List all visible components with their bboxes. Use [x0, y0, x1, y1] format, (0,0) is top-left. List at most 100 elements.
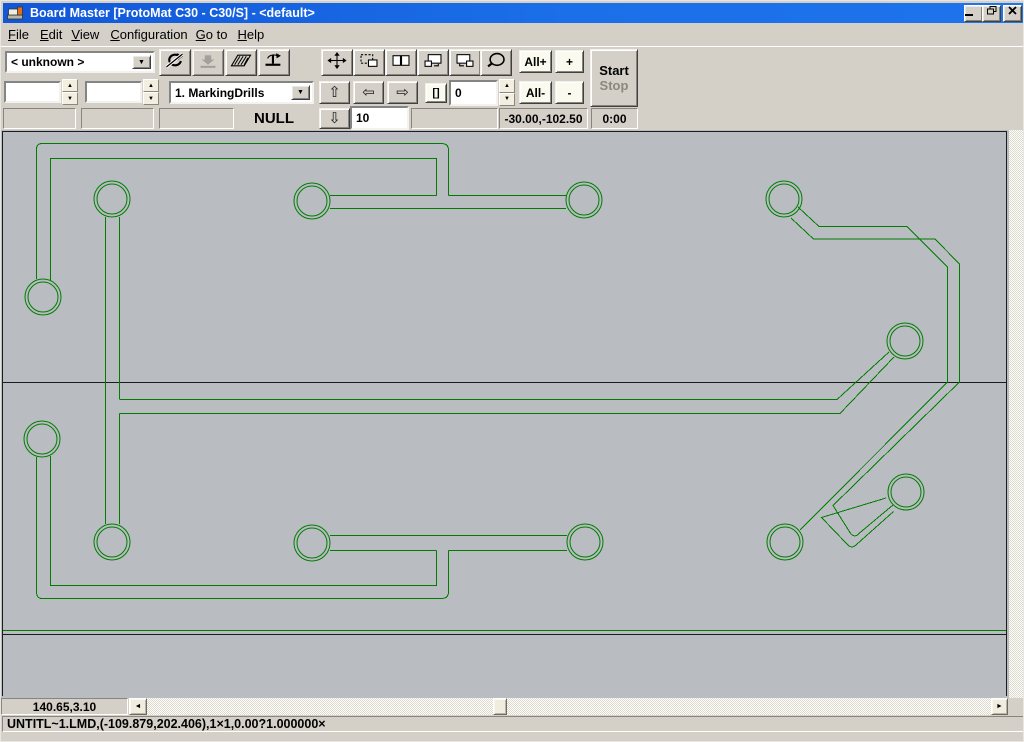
cursor-position-readout: 140.65,3.10 — [1, 698, 128, 715]
plus-button[interactable]: + — [555, 50, 584, 73]
trace-isolation-path — [51, 456, 437, 586]
pad-circle — [294, 525, 330, 561]
duplicate-icon — [390, 52, 412, 74]
start-label: Start — [599, 63, 629, 78]
move-left-button[interactable]: ⇦ — [353, 81, 384, 104]
count-stepper[interactable]: ▲ ▼ — [499, 79, 515, 106]
menu-item-file[interactable]: File — [8, 27, 29, 42]
spin-up-icon[interactable]: ▲ — [62, 79, 78, 92]
y-coordinate-field[interactable] — [85, 81, 142, 103]
board-canvas[interactable] — [1, 130, 1009, 698]
duplicate-button[interactable] — [385, 49, 417, 76]
place-down-button[interactable] — [192, 49, 224, 76]
place-down-icon — [197, 52, 219, 74]
count-field[interactable]: 0 — [449, 80, 498, 106]
select-copy-icon — [358, 52, 380, 74]
move-icon — [326, 52, 348, 74]
brackets-button[interactable]: [] — [425, 83, 447, 103]
status-bar: UNTITL~1.LMD,(-109.879,202.406),1×1,0.00… — [1, 715, 1024, 733]
pad-circle — [28, 282, 58, 312]
zoom-button[interactable] — [480, 49, 512, 76]
scroll-right-button[interactable]: ► — [991, 698, 1008, 715]
tool-change-icon — [263, 52, 285, 74]
trace-isolation-path — [822, 498, 894, 547]
stop-label: Stop — [600, 78, 629, 93]
scroll-left-button[interactable]: ◄ — [129, 698, 147, 715]
hatch-area-icon — [230, 52, 252, 74]
pad-circle — [27, 424, 57, 454]
tool-change-button[interactable] — [258, 49, 290, 76]
pad-circle — [767, 524, 803, 560]
restore-button[interactable] — [982, 5, 1001, 22]
pad-circle — [294, 183, 330, 219]
chevron-down-icon[interactable]: ▼ — [291, 85, 310, 100]
move-right-button[interactable]: ⇨ — [387, 81, 418, 104]
title-bar[interactable]: Board Master [ProtoMat C30 - C30/S] - <d… — [3, 3, 1023, 23]
window-title: Board Master [ProtoMat C30 - C30/S] - <d… — [30, 6, 315, 20]
x-coordinate-field[interactable] — [4, 81, 61, 103]
y-coordinate-stepper[interactable]: ▲ ▼ — [143, 79, 159, 105]
status-bar-text: UNTITL~1.LMD,(-109.879,202.406),1×1,0.00… — [2, 716, 1024, 732]
rotate-tool-button[interactable] — [159, 49, 191, 76]
menu-item-go-to[interactable]: Go to — [196, 27, 228, 42]
menu-item-edit[interactable]: Edit — [40, 27, 62, 42]
scrollbar-corner — [1008, 698, 1024, 715]
app-icon — [7, 6, 24, 20]
trace-isolation-path — [51, 159, 437, 281]
app-window: Board Master [ProtoMat C30 - C30/S] - <d… — [0, 0, 1024, 742]
hatch-area-button[interactable] — [225, 49, 257, 76]
pad-circle — [94, 524, 130, 560]
pad-circle — [891, 477, 921, 507]
all-minus-button[interactable]: All- — [519, 81, 552, 104]
move-button[interactable] — [321, 49, 353, 76]
step-back-button[interactable] — [417, 49, 449, 76]
pad-circle — [24, 421, 60, 457]
pad-circle — [297, 528, 327, 558]
chevron-down-icon[interactable]: ▼ — [132, 55, 151, 69]
restore-icon — [987, 6, 997, 15]
status-cell-1 — [3, 108, 76, 129]
spin-up-icon[interactable]: ▲ — [499, 79, 515, 93]
minimize-button[interactable] — [964, 5, 983, 22]
pad-circle — [25, 279, 61, 315]
pad-circle — [770, 527, 800, 557]
spin-down-icon[interactable]: ▼ — [143, 92, 159, 105]
spin-up-icon[interactable]: ▲ — [143, 79, 159, 92]
pad-circle — [890, 326, 920, 356]
rotate-tool-icon — [164, 52, 186, 74]
step-forward-button[interactable] — [449, 49, 481, 76]
x-coordinate-stepper[interactable]: ▲ ▼ — [62, 79, 78, 105]
minimize-icon — [965, 14, 973, 16]
select-copy-button[interactable] — [353, 49, 385, 76]
right-arrow-icon: ⇨ — [396, 85, 409, 100]
status-cell-3 — [159, 108, 234, 129]
job-time-readout: 0:00 — [591, 108, 638, 129]
menu-item-configuration[interactable]: Configuration — [110, 27, 187, 42]
toolbar: < unknown > ▼ All+ + All- - Start Stop ▲… — [1, 46, 1024, 132]
move-down-button[interactable]: ⇩ — [319, 108, 350, 129]
menu-bar: File Edit View Configuration Go to Help — [1, 24, 1024, 45]
trace-isolation-path — [120, 352, 890, 400]
zoom-icon — [485, 52, 507, 74]
spin-down-icon[interactable]: ▼ — [62, 92, 78, 105]
tool-select-combo[interactable]: < unknown > ▼ — [5, 51, 155, 73]
pad-circle — [566, 182, 602, 218]
minus-button[interactable]: - — [555, 81, 584, 104]
pad-circle — [569, 185, 599, 215]
vertical-scrollbar[interactable]: ▲ ▼ — [1009, 130, 1024, 698]
phase-select-combo[interactable]: 1. MarkingDrills ▼ — [169, 81, 314, 104]
horizontal-scrollbar[interactable] — [147, 698, 991, 715]
step-size-field[interactable]: 10 — [350, 106, 409, 130]
all-plus-button[interactable]: All+ — [519, 50, 552, 73]
step-forward-icon — [454, 52, 476, 74]
start-stop-button[interactable]: Start Stop — [590, 49, 638, 107]
status-cell-4 — [411, 108, 498, 129]
taskbar — [1, 734, 1024, 742]
horizontal-scroll-thumb[interactable] — [493, 698, 507, 715]
pad-circle — [888, 474, 924, 510]
menu-item-view[interactable]: View — [71, 27, 99, 42]
spin-down-icon[interactable]: ▼ — [499, 93, 515, 107]
menu-item-help[interactable]: Help — [237, 27, 264, 42]
close-button[interactable] — [1003, 5, 1022, 22]
move-up-button[interactable]: ⇧ — [319, 81, 350, 104]
